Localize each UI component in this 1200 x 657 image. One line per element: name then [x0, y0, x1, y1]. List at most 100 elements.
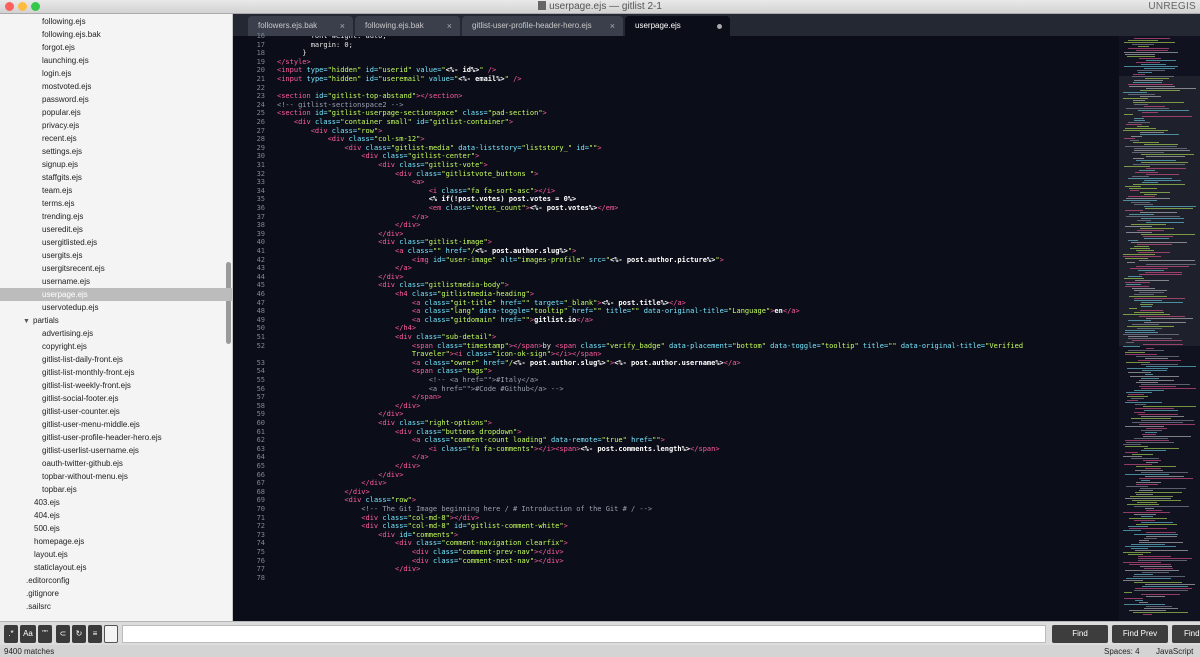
find-input[interactable] — [122, 625, 1046, 643]
sidebar-file-item[interactable]: .gitignore — [0, 587, 232, 600]
sidebar-file-item[interactable]: 500.ejs — [0, 522, 232, 535]
minimap[interactable] — [1119, 36, 1200, 621]
sidebar-file-item[interactable]: trending.ejs — [0, 210, 232, 223]
sidebar-file-item[interactable]: .sailsrc — [0, 600, 232, 613]
code-token: class= — [424, 315, 450, 324]
code-area[interactable]: font-weight: auto; margin: 0; } </style> <… — [277, 36, 1147, 621]
editor-tab[interactable]: userpage.ejs — [625, 16, 730, 36]
highlight-matches-toggle[interactable] — [104, 625, 118, 643]
tab-close-icon[interactable]: × — [610, 16, 615, 36]
sidebar-item-label: gitlist-list-daily-front.ejs — [42, 355, 123, 364]
code-token: </div> — [277, 221, 421, 230]
line-number: 25 — [256, 109, 265, 118]
code-token: <a — [277, 358, 425, 367]
regex-toggle[interactable]: .* — [4, 625, 18, 643]
code-token: class= — [348, 135, 374, 144]
sidebar-file-item[interactable]: privacy.ejs — [0, 119, 232, 132]
sidebar-file-item[interactable]: .editorconfig — [0, 574, 232, 587]
line-number: 63 — [256, 444, 265, 453]
sidebar-file-item[interactable]: staffgits.ejs — [0, 171, 232, 184]
sidebar-file-item[interactable]: gitlist-list-weekly-front.ejs — [0, 379, 232, 392]
code-token: "" — [432, 247, 446, 255]
sidebar-file-item[interactable]: recent.ejs — [0, 132, 232, 145]
minimap-line — [1140, 192, 1170, 193]
sidebar-file-item[interactable]: useredit.ejs — [0, 223, 232, 236]
minimap-line — [1141, 516, 1153, 517]
sidebar-file-item[interactable]: 403.ejs — [0, 496, 232, 509]
code-token: <i — [277, 444, 442, 453]
sidebar-file-item[interactable]: gitlist-social-footer.ejs — [0, 392, 232, 405]
minimap-line — [1140, 488, 1186, 489]
sidebar-file-item[interactable]: login.ejs — [0, 67, 232, 80]
sidebar-item-label: gitlist-user-menu-middle.ejs — [42, 420, 140, 429]
sidebar-file-item[interactable]: uservotedup.ejs — [0, 301, 232, 314]
whole-word-toggle[interactable]: "" — [38, 625, 52, 643]
sidebar-file-item[interactable]: 404.ejs — [0, 509, 232, 522]
sidebar-file-item[interactable]: gitlist-userlist-username.ejs — [0, 444, 232, 457]
sidebar-file-item[interactable]: gitlist-user-menu-middle.ejs — [0, 418, 232, 431]
sidebar-item-label: popular.ejs — [42, 108, 81, 117]
sidebar-file-item[interactable]: usergitlisted.ejs — [0, 236, 232, 249]
minimap-line — [1125, 446, 1148, 447]
editor-tab[interactable]: gitlist-user-profile-header-hero.ejs × — [462, 16, 623, 36]
sidebar-file-item[interactable]: launching.ejs — [0, 54, 232, 67]
line-number: 28 — [256, 135, 265, 144]
sidebar-file-item[interactable]: gitlist-user-profile-header-hero.ejs — [0, 431, 232, 444]
code-token: data-toggle= — [479, 307, 530, 316]
sidebar-file-item[interactable]: usergits.ejs — [0, 249, 232, 262]
code-line: <h4 class="gitlistmedia-heading"> — [277, 290, 534, 299]
sidebar-file-item[interactable]: username.ejs — [0, 275, 232, 288]
reverse-toggle[interactable]: ⊂ — [56, 625, 70, 643]
sidebar-file-item[interactable]: gitlist-user-counter.ejs — [0, 405, 232, 418]
sidebar-file-item[interactable]: following.ejs.bak — [0, 28, 232, 41]
minimap-line — [1138, 46, 1149, 47]
sidebar-file-item[interactable]: copyright.ejs — [0, 340, 232, 353]
sidebar-file-item[interactable]: forgot.ejs — [0, 41, 232, 54]
sidebar-file-item[interactable]: gitlist-list-daily-front.ejs — [0, 353, 232, 366]
case-sensitive-toggle[interactable]: Aa — [20, 625, 36, 643]
sidebar-item-label: gitlist-userlist-username.ejs — [42, 446, 139, 455]
find-button[interactable]: Find — [1052, 625, 1108, 643]
sidebar-file-item[interactable]: team.ejs — [0, 184, 232, 197]
code-line: <!-- gitlist-sectionspace2 --> — [277, 101, 403, 110]
editor-tab[interactable]: following.ejs.bak × — [355, 16, 460, 36]
syntax-setting[interactable]: JavaScript T — [1156, 645, 1200, 657]
wrap-toggle[interactable]: ↻ — [72, 625, 86, 643]
sidebar-file-item[interactable]: advertising.ejs — [0, 327, 232, 340]
sidebar-file-item[interactable]: homepage.ejs — [0, 535, 232, 548]
find-prev-button[interactable]: Find Prev — [1112, 625, 1168, 643]
minimap-line — [1146, 510, 1162, 511]
sidebar-file-item[interactable]: topbar-without-menu.ejs — [0, 470, 232, 483]
sidebar-item-label: userpage.ejs — [42, 290, 88, 299]
sidebar-file-item[interactable]: staticlayout.ejs — [0, 561, 232, 574]
minimap-line — [1131, 224, 1166, 225]
find-all-button[interactable]: Find — [1172, 625, 1200, 643]
minimap-line — [1142, 116, 1192, 117]
sidebar-file-item[interactable]: following.ejs — [0, 15, 232, 28]
minimap-line — [1139, 380, 1174, 381]
sidebar-file-item[interactable]: oauth-twitter-github.ejs — [0, 457, 232, 470]
sidebar-item-label: partials — [33, 316, 59, 325]
sidebar-file-item[interactable]: terms.ejs — [0, 197, 232, 210]
sidebar-file-item[interactable]: settings.ejs — [0, 145, 232, 158]
sidebar-file-item[interactable]: signup.ejs — [0, 158, 232, 171]
code-token: } — [277, 49, 307, 58]
sidebar-file-item[interactable]: password.ejs — [0, 93, 232, 106]
sidebar-file-item[interactable]: topbar.ejs — [0, 483, 232, 496]
minimap-line — [1141, 430, 1162, 431]
in-selection-toggle[interactable]: ≡ — [88, 625, 102, 643]
sidebar-file-item[interactable]: popular.ejs — [0, 106, 232, 119]
tab-close-icon[interactable]: × — [447, 16, 452, 36]
code-token: ></i> — [534, 186, 556, 195]
sidebar-file-item[interactable]: mostvoted.ejs — [0, 80, 232, 93]
sidebar-folder[interactable]: ▼ partials — [0, 314, 232, 327]
tab-close-icon[interactable]: × — [340, 16, 345, 36]
indentation-setting[interactable]: Spaces: 4 — [1104, 645, 1140, 657]
sidebar-file-item[interactable]: gitlist-list-monthly-front.ejs — [0, 366, 232, 379]
code-token: id= — [576, 143, 589, 152]
sidebar-file-item[interactable]: userpage.ejs — [0, 288, 232, 301]
sidebar-file-item[interactable]: layout.ejs — [0, 548, 232, 561]
minimap-line — [1132, 500, 1181, 501]
code-token: > — [572, 247, 577, 255]
sidebar-file-item[interactable]: usergitsrecent.ejs — [0, 262, 232, 275]
